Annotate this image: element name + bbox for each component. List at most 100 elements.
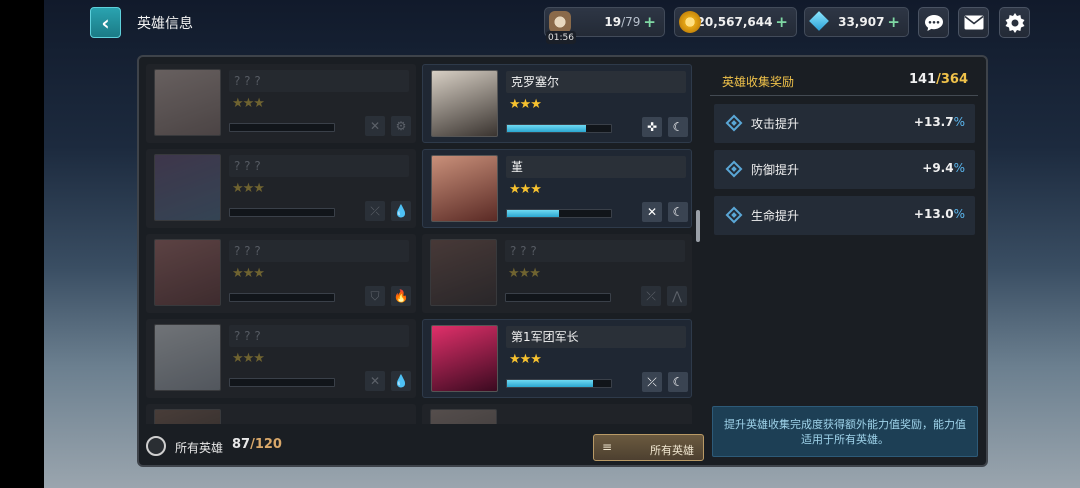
hero-card[interactable]: ? ? ? ★★★ ⛉ 🔥 [146, 234, 416, 313]
back-button[interactable]: ‹ [90, 7, 121, 38]
hero-name: ? ? ? [229, 240, 409, 262]
crossed-swords-icon: ✕ [365, 371, 385, 391]
gem-amount: 33,907 [838, 15, 885, 29]
total-count: /120 [250, 437, 282, 452]
stamina-current: 19 [604, 15, 622, 29]
hero-stars: ★★★ [232, 96, 265, 111]
hero-card[interactable]: ? ? ? ★★★ ✕ 💧 [146, 319, 416, 398]
hero-card[interactable]: 堇 ★★★ ✕ ☾ [422, 149, 692, 228]
hero-name: ? ? ? [505, 240, 685, 262]
hero-stars: ★★★ [509, 182, 542, 197]
hero-card-partial[interactable] [422, 404, 692, 424]
hero-name: ? ? ? [229, 70, 409, 92]
all-heroes-label: 所有英雄 [175, 441, 224, 455]
settings-button[interactable] [999, 7, 1030, 38]
hero-portrait [154, 324, 221, 391]
reward-title: 英雄收集奖励 [722, 75, 795, 89]
hero-progress-bar [229, 208, 335, 217]
hero-stars: ★★★ [232, 266, 265, 281]
hero-filter-button[interactable]: ≡ 所有英雄 [593, 434, 704, 461]
shield-icon: ⛉ [365, 286, 385, 306]
hero-card[interactable]: 第1军团军长 ★★★ ⤫ ☾ [422, 319, 692, 398]
hero-progress-bar [506, 124, 612, 133]
hero-portrait [430, 409, 497, 424]
crossed-swords-icon: ✕ [365, 116, 385, 136]
diamond-icon [725, 160, 743, 178]
menu-icon: ≡ [602, 440, 613, 454]
hero-portrait [431, 70, 498, 137]
moon-icon: ☾ [668, 372, 688, 392]
hero-card[interactable]: ? ? ? ★★★ ✕ ⚙ [146, 64, 416, 143]
hero-card-partial[interactable] [146, 404, 416, 424]
stat-value: +13.0% [913, 207, 965, 221]
reward-current: 141 [908, 72, 937, 87]
water-drop-icon: 💧 [391, 371, 411, 391]
hero-progress-bar [505, 293, 611, 302]
hero-name: 堇 [506, 156, 686, 178]
filter-label: 所有英雄 [650, 444, 694, 457]
page-title: 英雄信息 [137, 16, 193, 32]
hero-progress-fill [507, 210, 559, 217]
hero-progress-fill [507, 380, 594, 387]
mountain-icon: ⋀ [667, 286, 687, 306]
hero-card[interactable]: 克罗塞尔 ★★★ ✜ ☾ [422, 64, 692, 143]
gold-counter[interactable]: 120,567,644 + [674, 7, 797, 37]
mail-button[interactable] [958, 7, 989, 38]
diamond-icon [725, 114, 743, 132]
hero-progress-bar [229, 123, 335, 132]
gem-plus-icon[interactable]: + [887, 13, 900, 31]
crossed-swords-icon: ✕ [642, 202, 662, 222]
collection-reward-panel: 英雄收集奖励 141/364 攻击提升 +13.7% 防御提升 +9.4% 生命… [710, 64, 978, 459]
hero-grid[interactable]: ? ? ? ★★★ ✕ ⚙ 克罗塞尔 ★★★ ✜ ☾ ? ? ? ★★★ ⤫ 💧 堇 ★★★ ✕ ☾ ? ? ?… [146, 64, 700, 424]
gem-icon [809, 11, 831, 33]
hero-portrait [154, 409, 221, 424]
stat-row-hp: 生命提升 +13.0% [714, 196, 975, 235]
hero-helmet-icon [146, 436, 166, 456]
reward-count: 141/364 [909, 72, 968, 87]
stamina-max: /79 [621, 15, 641, 29]
moon-icon: ☾ [668, 202, 688, 222]
bow-icon: ⤫ [365, 201, 385, 221]
moon-icon: ☾ [668, 117, 688, 137]
shield-plus-icon: ✜ [642, 117, 662, 137]
hero-name: 克罗塞尔 [506, 71, 686, 93]
owned-count: 87 [232, 437, 251, 452]
stat-value: +13.7% [913, 115, 965, 129]
fire-icon: 🔥 [391, 286, 411, 306]
gear-icon: ⚙ [391, 116, 411, 136]
reward-info-text: 提升英雄收集完成度获得额外能力值奖励，能力值适用于所有英雄。 [712, 406, 978, 457]
left-black-bar [0, 0, 44, 488]
stat-label: 生命提升 [751, 209, 800, 223]
chat-button[interactable] [918, 7, 949, 38]
diamond-icon [725, 206, 743, 224]
gold-coin-icon [679, 11, 701, 33]
hero-progress-bar [229, 293, 335, 302]
gem-counter[interactable]: 33,907 + [804, 7, 909, 37]
chat-bubble-icon [924, 14, 943, 31]
stat-label: 攻击提升 [751, 117, 800, 131]
hero-stars: ★★★ [232, 351, 265, 366]
hero-stars: ★★★ [509, 97, 542, 112]
hero-progress-bar [506, 209, 612, 218]
hero-collection-count: 87/120 [232, 437, 282, 452]
stamina-plus-icon[interactable]: + [643, 13, 656, 31]
hero-stars: ★★★ [508, 266, 541, 281]
hero-portrait [431, 325, 498, 392]
stat-label: 防御提升 [751, 163, 800, 177]
stamina-timer: 01:56 [546, 31, 576, 44]
gold-plus-icon[interactable]: + [775, 13, 788, 31]
hero-card[interactable]: ? ? ? ★★★ ⤫ 💧 [146, 149, 416, 228]
hero-name: 第1军团军长 [506, 326, 686, 348]
hero-progress-bar [506, 379, 612, 388]
hero-progress-fill [507, 125, 587, 132]
hero-card[interactable]: ? ? ? ★★★ ⤫ ⋀ [422, 234, 692, 313]
hero-portrait [154, 239, 221, 306]
hero-grid-scrollbar[interactable] [696, 210, 700, 242]
stat-value: +9.4% [922, 161, 965, 175]
hero-stars: ★★★ [509, 352, 542, 367]
hero-portrait [154, 154, 221, 221]
hero-portrait [154, 69, 221, 136]
envelope-icon [964, 15, 983, 30]
reward-total: /364 [936, 72, 968, 87]
coffee-cup-icon [549, 11, 571, 33]
